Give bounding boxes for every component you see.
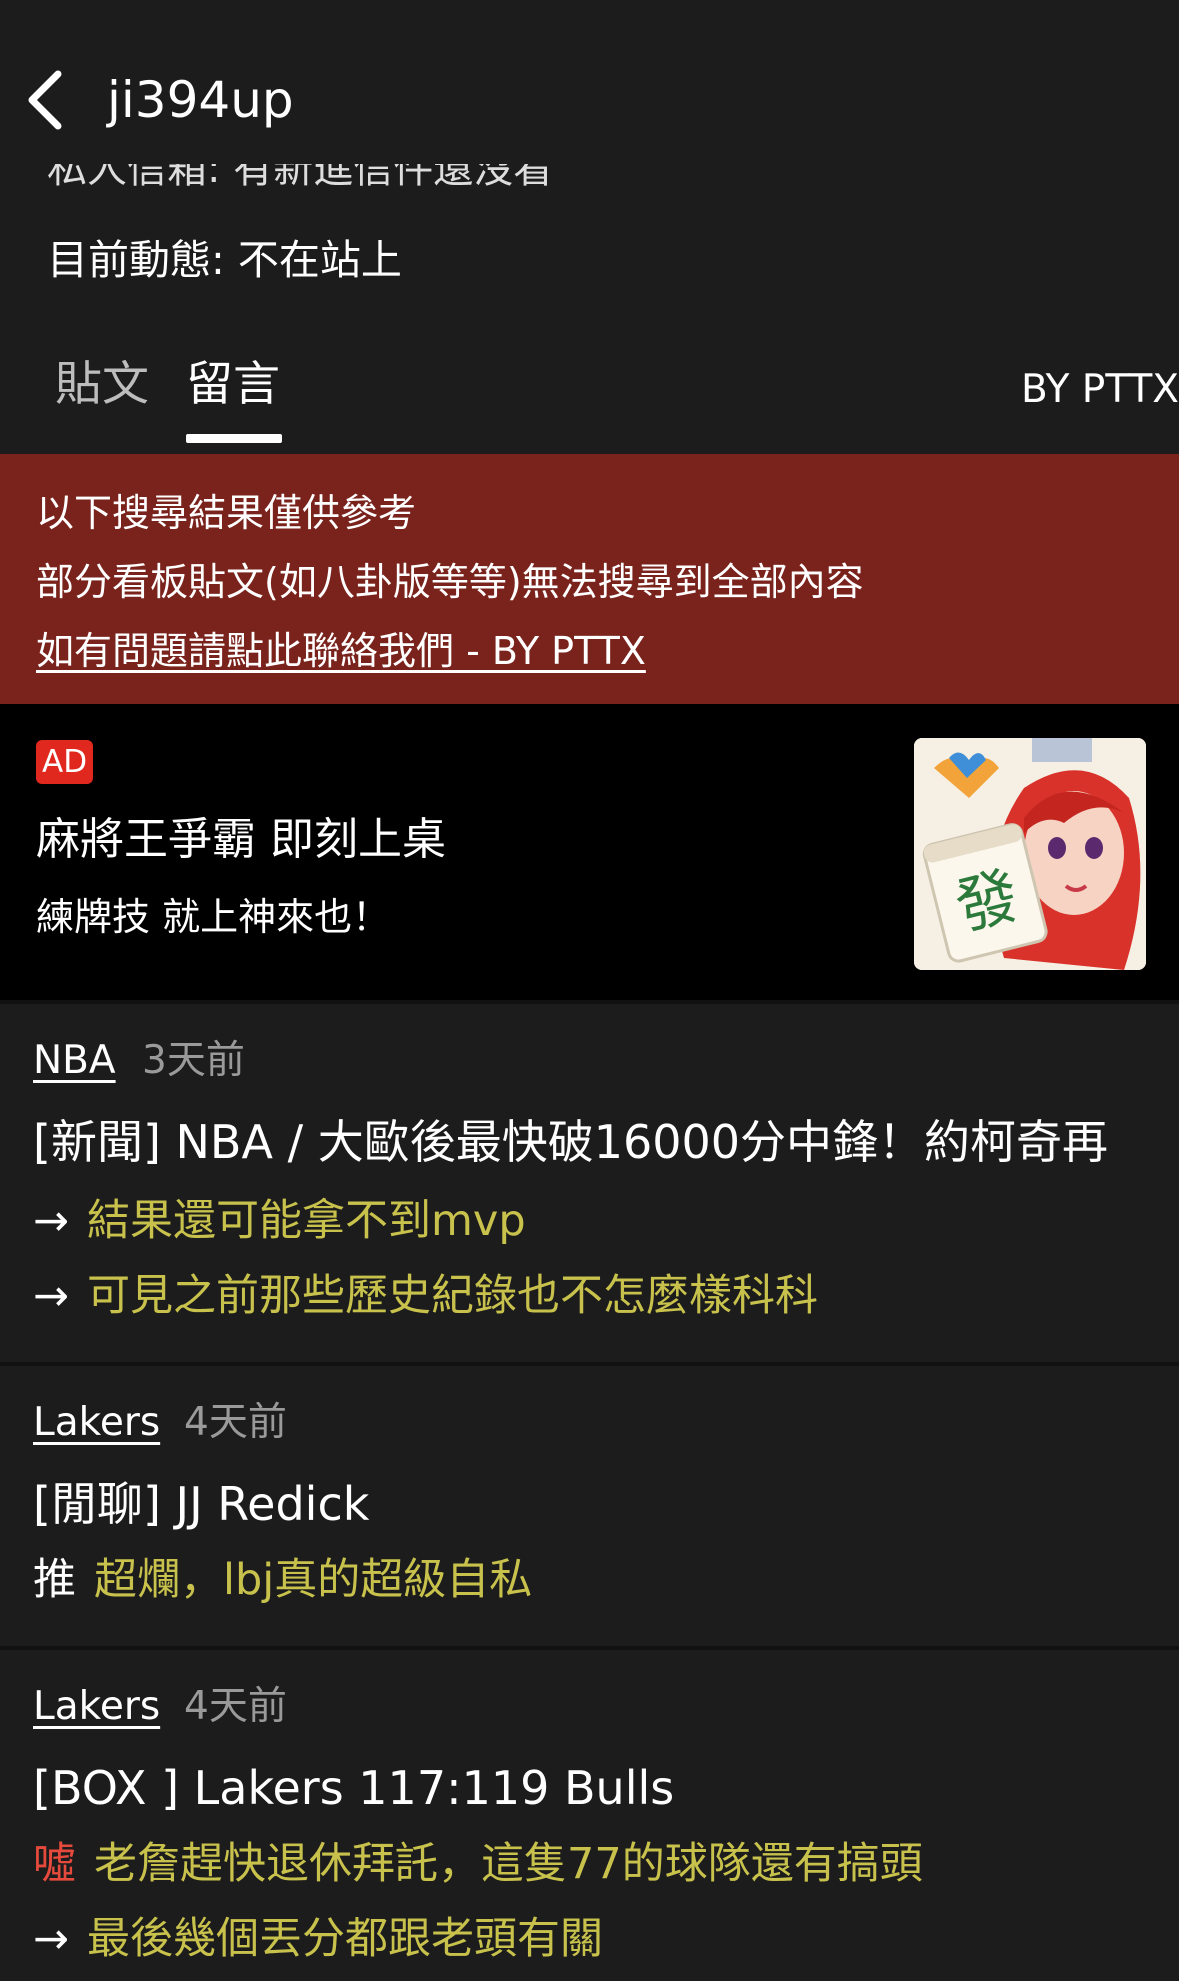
chevron-left-icon [28,70,62,130]
ad-banner[interactable]: AD 麻將王爭霸 即刻上桌 練牌技 就上神來也！ 發 [0,704,1179,1002]
arrow-icon: → [33,1271,70,1321]
active-tab-indicator [186,434,282,443]
board-link[interactable]: NBA [33,1034,116,1088]
profile-status: 目前動態: 不在站上 [47,236,402,284]
ad-badge: AD [36,740,94,784]
board-link[interactable]: Lakers [33,1680,160,1734]
arrow-icon: → [33,1196,70,1246]
notice-line-2: 部分看板貼文(如八卦版等等)無法搜尋到全部內容 [36,560,864,604]
tab-posts[interactable]: 貼文 [55,352,149,418]
by-pttx-label: BY PTTX [1020,367,1179,412]
comment-text: 結果還可能拿不到mvp [87,1196,526,1246]
arrow-icon: → [33,1914,70,1964]
comment-text: 老詹趕快退休拜託，這隻77的球隊還有搞頭 [94,1839,923,1889]
top-bar: ji394up [0,0,1179,165]
comment-line: 噓老詹趕快退休拜託，這隻77的球隊還有搞頭 [33,1833,923,1895]
list-item[interactable]: NBA 3天前 [新聞] NBA / 大歐後最快破16000分中鋒！約柯奇再 →… [0,1004,1179,1364]
comment-line: 推超爛，lbj真的超級自私 [33,1549,532,1611]
comment-text: 最後幾個丟分都跟老頭有關 [87,1914,604,1964]
contact-us-link[interactable]: 如有問題請點此聯絡我們 - BY PTTX [36,624,646,678]
comment-text: 可見之前那些歷史紀錄也不怎麼樣科科 [87,1271,819,1321]
tab-comments[interactable]: 留言 [186,352,280,418]
ad-image[interactable]: 發 [914,738,1146,970]
mahjong-game-icon: 發 [914,738,1146,970]
post-title[interactable]: [BOX ] Lakers 117:119 Bulls [33,1756,674,1820]
ad-subtitle: 練牌技 就上神來也！ [36,895,391,939]
page-title: ji394up [107,71,294,129]
post-time: 4天前 [184,1400,287,1445]
profile-mail-line: 私人信箱: 有新進信件還沒看 [47,164,554,192]
comment-line: → 可見之前那些歷史紀錄也不怎麼樣科科 [33,1265,818,1327]
post-time: 4天前 [184,1684,287,1729]
tab-bar: 貼文 留言 BY PTTX [0,352,1179,452]
push-label: 推 [33,1555,76,1605]
comment-line: → 結果還可能拿不到mvp [33,1190,526,1252]
notice-banner: 以下搜尋結果僅供參考 部分看板貼文(如八卦版等等)無法搜尋到全部內容 如有問題請… [0,454,1179,704]
post-title[interactable]: [閒聊] JJ Redick [33,1472,369,1536]
boo-label: 噓 [33,1839,76,1889]
list-item[interactable]: Lakers 4天前 [閒聊] JJ Redick 推超爛，lbj真的超級自私 [0,1366,1179,1648]
board-link[interactable]: Lakers [33,1396,160,1450]
post-title[interactable]: [新聞] NBA / 大歐後最快破16000分中鋒！約柯奇再 [33,1110,1108,1174]
comment-line: → 最後幾個丟分都跟老頭有關 [33,1908,603,1970]
comment-text: 超爛，lbj真的超級自私 [94,1555,533,1605]
ad-title[interactable]: 麻將王爭霸 即刻上桌 [36,810,446,870]
back-button[interactable] [20,68,70,132]
list-item[interactable]: Lakers 4天前 [BOX ] Lakers 117:119 Bulls 噓… [0,1650,1179,1981]
notice-line-1: 以下搜尋結果僅供參考 [36,491,417,535]
post-time: 3天前 [142,1038,245,1083]
